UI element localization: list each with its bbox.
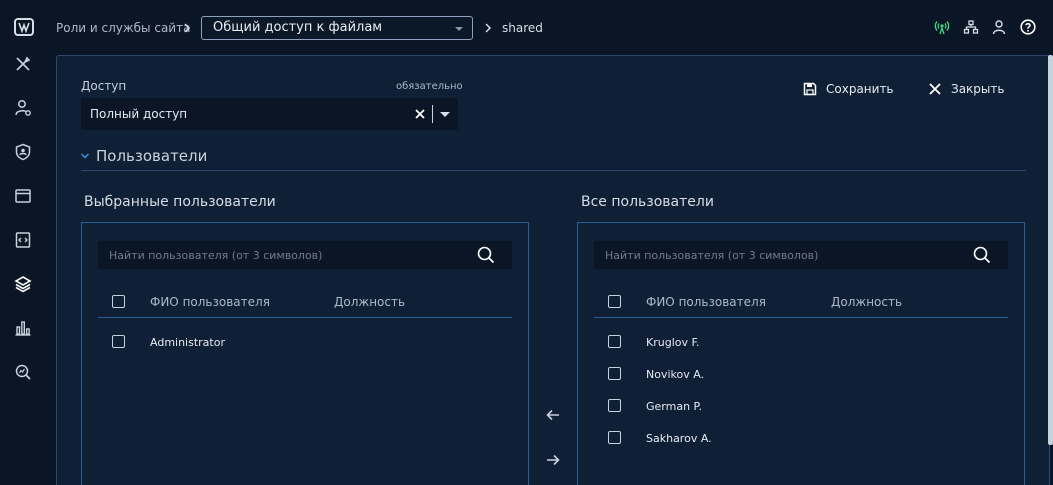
row-checkbox[interactable] [608,367,621,380]
table-row[interactable]: Administrator [98,333,512,353]
save-button-label: Сохранить [826,82,894,96]
app-logo-icon[interactable] [14,18,34,36]
user-name-cell: Sakharov A. [646,432,712,445]
bar-chart-icon[interactable] [13,318,33,338]
search-chart-icon[interactable] [13,362,33,382]
breadcrumb-current: shared [502,21,543,35]
user-name-cell: Kruglov F. [646,336,700,349]
arrow-left-icon [546,409,559,421]
user-name-cell: German P. [646,400,702,413]
user-profile-icon[interactable] [990,18,1008,36]
tools-icon[interactable] [13,54,33,74]
row-checkbox[interactable] [608,335,621,348]
chevron-right-icon [182,21,192,35]
all-users-heading: Все пользователи [581,194,714,210]
access-select[interactable]: Полный доступ [81,98,458,130]
row-checkbox[interactable] [112,335,125,348]
section-divider [81,170,1026,171]
users-section-title: Пользователи [96,147,208,165]
network-tree-icon[interactable] [962,18,980,36]
help-icon[interactable] [1019,18,1037,36]
page-selector-value: Общий доступ к файлам [213,20,383,35]
row-checkbox[interactable] [608,431,621,444]
arrow-right-icon [547,454,560,466]
layers-icon[interactable] [13,274,33,294]
close-icon [929,83,941,95]
move-left-button[interactable] [544,406,562,424]
column-header-name[interactable]: ФИО пользователя [150,295,270,310]
save-icon [803,82,817,96]
select-all-checkbox[interactable] [608,295,621,308]
table-row[interactable]: Novikov A. [594,365,1008,385]
side-navigation [0,0,46,485]
user-name-cell: Administrator [150,336,225,349]
close-button[interactable]: Закрыть [928,79,1004,99]
window-icon[interactable] [13,186,33,206]
all-users-list: ФИО пользователя Должность Kruglov F. No… [577,222,1025,485]
required-hint: обязательно [396,81,463,92]
search-icon[interactable] [477,246,495,264]
breadcrumb-roles-link[interactable]: Роли и службы сайта [56,20,190,36]
all-users-search [594,241,1008,269]
select-all-checkbox[interactable] [112,295,125,308]
access-select-value: Полный доступ [90,107,188,121]
column-header-position[interactable]: Должность [831,295,902,310]
page-scrollbar[interactable] [1048,55,1053,445]
clear-icon[interactable] [413,106,427,122]
user-name-cell: Novikov A. [646,368,705,381]
selected-users-table-header: ФИО пользователя Должность [98,293,512,318]
close-button-label: Закрыть [951,82,1005,96]
search-icon[interactable] [973,246,991,264]
code-file-icon[interactable] [13,230,33,250]
all-users-search-input[interactable] [594,241,1008,269]
selected-users-heading: Выбранные пользователи [84,194,276,210]
move-right-button[interactable] [544,451,562,469]
page-selector-dropdown[interactable]: Общий доступ к файлам [201,16,473,40]
caret-down-icon [455,27,463,31]
user-settings-icon[interactable] [13,98,33,118]
access-field-label: Доступ [81,79,127,93]
select-divider [432,105,433,123]
selected-users-search [98,241,512,269]
broadcast-status-icon[interactable] [933,18,951,36]
table-row[interactable]: German P. [594,397,1008,417]
caret-down-icon[interactable] [440,112,450,117]
column-header-name[interactable]: ФИО пользователя [646,295,766,310]
selected-users-search-input[interactable] [98,241,512,269]
selected-users-list: ФИО пользователя Должность Administrator [81,222,529,485]
row-checkbox[interactable] [608,399,621,412]
table-row[interactable]: Sakharov A. [594,429,1008,449]
all-users-table-header: ФИО пользователя Должность [594,293,1008,318]
table-row[interactable]: Kruglov F. [594,333,1008,353]
shield-icon[interactable] [13,142,33,162]
chevron-down-icon [80,153,90,159]
users-section-toggle[interactable]: Пользователи [80,147,207,165]
chevron-right-icon [483,21,493,35]
column-header-position[interactable]: Должность [334,295,405,310]
save-button[interactable]: Сохранить [803,79,894,99]
